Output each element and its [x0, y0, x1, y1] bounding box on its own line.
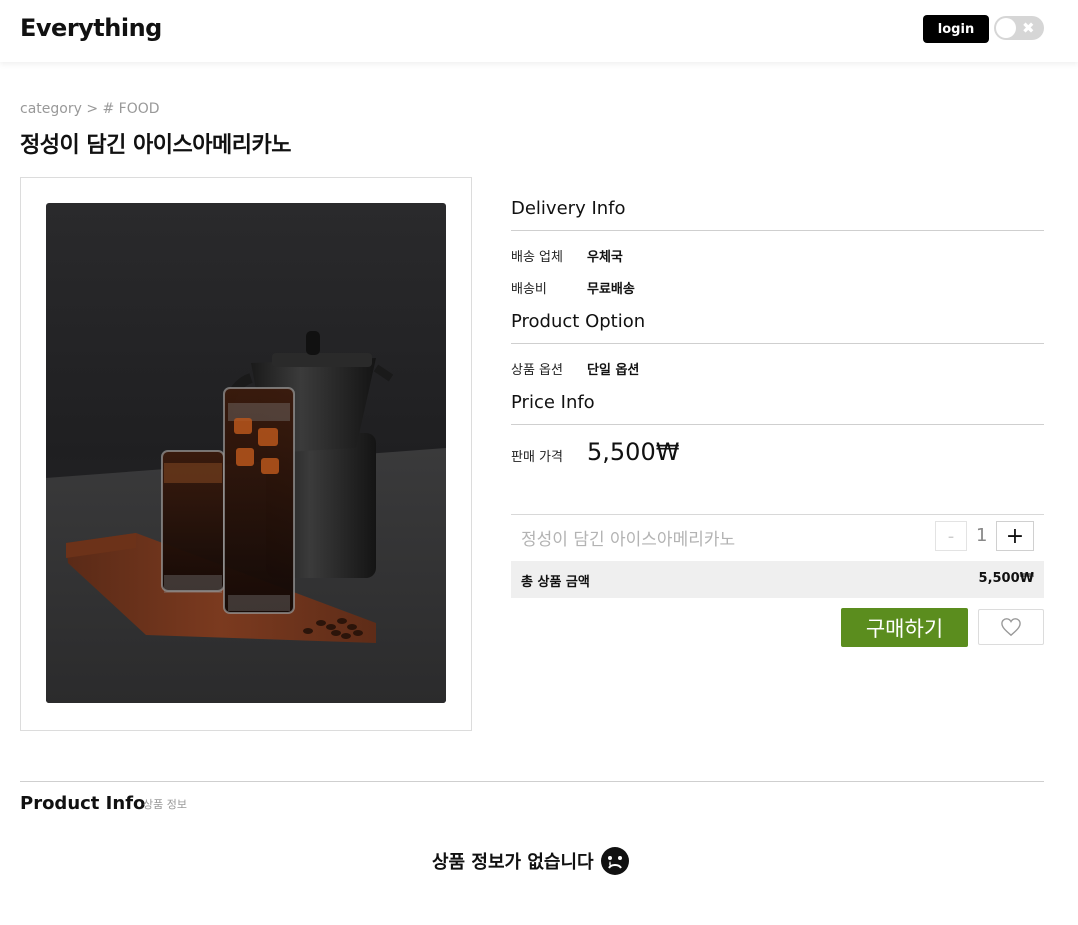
product-info-subtitle: 상품 정보 — [143, 798, 187, 811]
coffee-photo — [46, 203, 446, 703]
product-info-title: Product Info — [20, 793, 146, 814]
like-button[interactable] — [978, 609, 1044, 645]
divider — [511, 424, 1044, 425]
close-icon: ✖ — [1022, 19, 1035, 37]
product-option-title: Product Option — [511, 311, 646, 332]
option-value: 단일 옵션 — [587, 363, 640, 378]
product-image-frame — [20, 177, 472, 731]
divider — [511, 343, 1044, 344]
total-price-value: 5,500₩ — [978, 571, 1034, 586]
sad-face-icon — [600, 847, 629, 875]
empty-state: 상품 정보가 없습니다 — [432, 846, 630, 876]
product-image — [46, 203, 446, 703]
divider — [20, 781, 1044, 782]
quantity-value[interactable]: 1 — [976, 525, 987, 546]
breadcrumb: category > # FOOD — [20, 101, 160, 117]
toggle-knob — [996, 18, 1016, 38]
theme-toggle[interactable]: ✖ — [994, 16, 1044, 40]
logo[interactable]: Everything — [20, 14, 162, 42]
option-label: 상품 옵션 — [511, 363, 563, 378]
product-title: 정성이 담긴 아이스아메리카노 — [20, 133, 291, 158]
delivery-info-title: Delivery Info — [511, 198, 626, 219]
divider — [511, 230, 1044, 231]
empty-message: 상품 정보가 없습니다 — [432, 852, 594, 873]
heart-icon — [1001, 618, 1021, 637]
carrier-value: 우체국 — [587, 250, 623, 265]
sale-price-value: 5,500₩ — [587, 438, 680, 466]
total-price-label: 총 상품 금액 — [521, 575, 590, 590]
selected-option-name: 정성이 담긴 아이스아메리카노 — [521, 530, 736, 550]
login-button[interactable]: login — [923, 15, 989, 43]
buy-button[interactable]: 구매하기 — [841, 608, 968, 647]
sale-price-label: 판매 가격 — [511, 450, 563, 465]
quantity-increase-button[interactable]: + — [996, 521, 1034, 551]
quantity-decrease-button[interactable]: - — [935, 521, 967, 551]
carrier-label: 배송 업체 — [511, 250, 563, 265]
price-info-title: Price Info — [511, 392, 595, 413]
header: Everything login ✖ — [0, 0, 1078, 62]
selected-option-row: 정성이 담긴 아이스아메리카노 - 1 + — [511, 514, 1044, 558]
shipping-fee-label: 배송비 — [511, 282, 547, 297]
total-price-bar: 총 상품 금액 5,500₩ — [511, 561, 1044, 598]
shipping-fee-value: 무료배송 — [587, 282, 635, 297]
